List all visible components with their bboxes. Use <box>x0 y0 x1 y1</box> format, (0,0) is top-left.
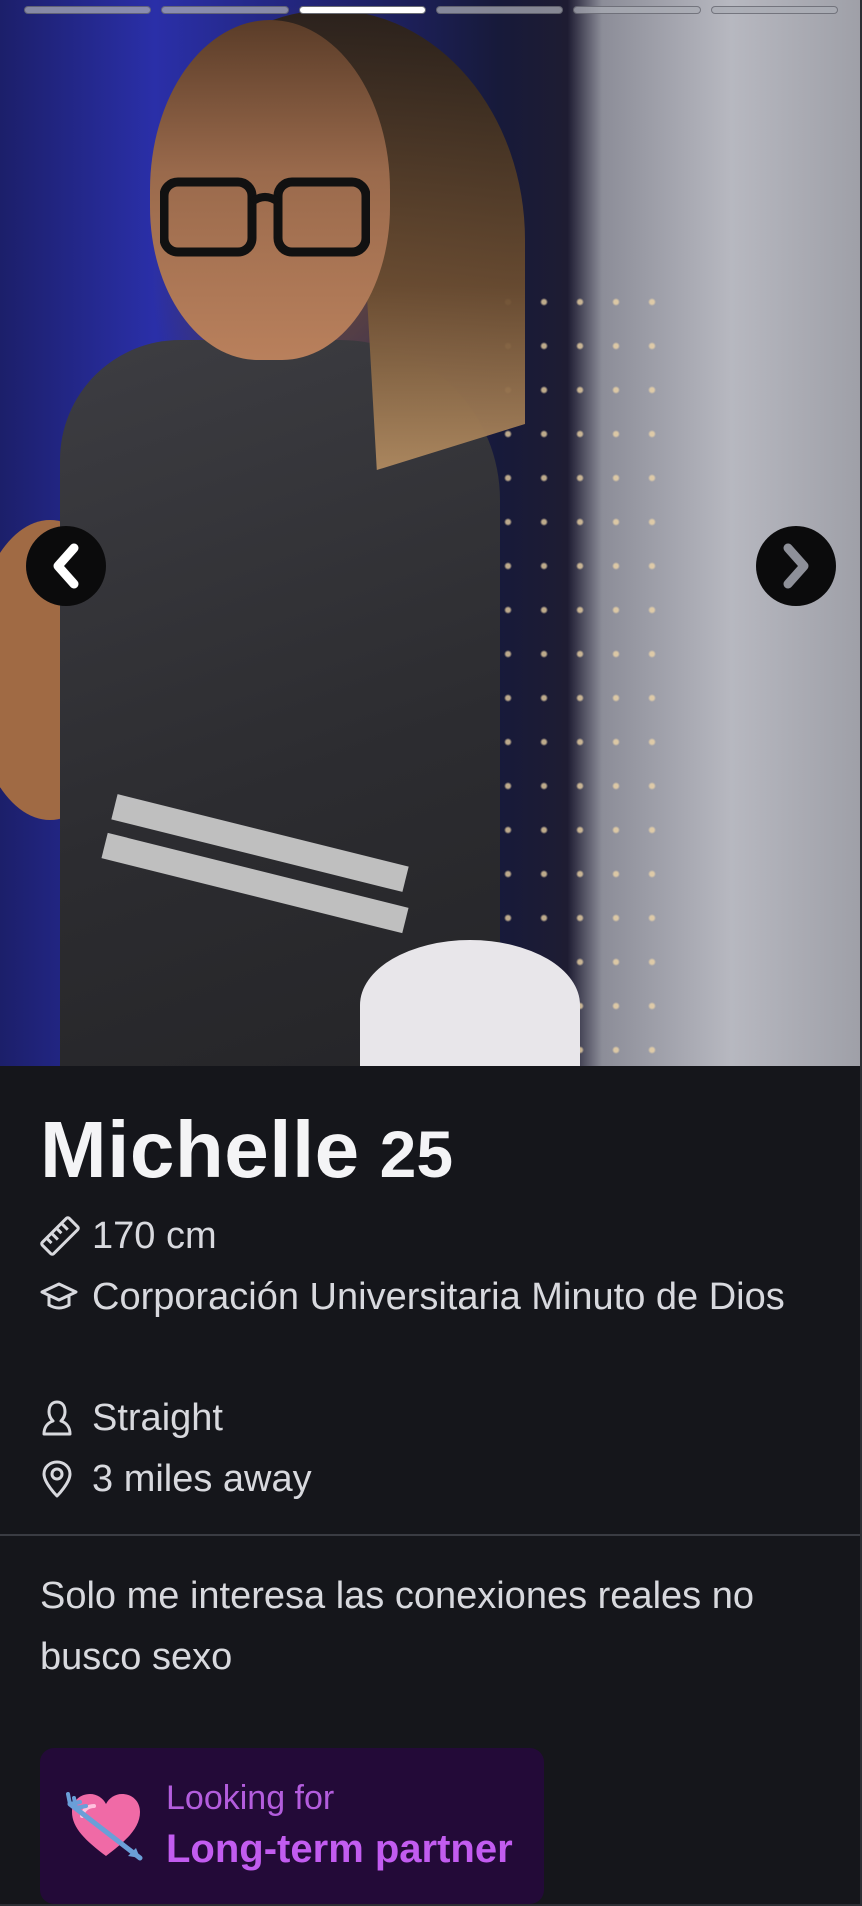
person-icon <box>40 1388 80 1448</box>
looking-for-label: Looking for <box>166 1779 335 1817</box>
next-photo-button[interactable] <box>756 526 836 606</box>
distance-text: 3 miles away <box>92 1458 312 1500</box>
photo-detail <box>160 177 370 257</box>
looking-for-badge: Looking for Long-term partner <box>40 1748 544 1904</box>
height-row: 170 cm <box>40 1206 820 1266</box>
looking-for-value: Long-term partner <box>166 1827 513 1871</box>
distance-row: 3 miles away <box>40 1449 820 1509</box>
profile-age: 25 <box>379 1117 454 1191</box>
location-pin-icon <box>40 1449 80 1509</box>
photo-progress-bar <box>24 6 838 14</box>
photo-detail <box>360 940 580 1066</box>
orientation-text: Straight <box>92 1397 223 1439</box>
photo-progress-segment[interactable] <box>710 6 838 14</box>
photo-progress-segment[interactable] <box>161 6 289 14</box>
profile-photo[interactable] <box>0 0 860 1066</box>
height-text: 170 cm <box>92 1215 217 1257</box>
section-divider <box>0 1534 860 1536</box>
profile-heading: Michelle 25 <box>40 1104 453 1196</box>
profile-name: Michelle <box>40 1105 360 1194</box>
graduation-cap-icon <box>40 1267 80 1327</box>
profile-bio: Solo me interesa las conexiones reales n… <box>40 1575 754 1678</box>
chevron-left-icon <box>53 543 79 589</box>
heart-arrow-icon <box>66 1792 143 1861</box>
looking-for-text: Looking for Long-term partner <box>166 1775 513 1877</box>
photo-progress-segment[interactable] <box>24 6 152 14</box>
profile-card: Michelle 25 170 cm Corporación Universit… <box>0 0 862 1906</box>
education-text: Corporación Universitaria Minuto de Dios <box>92 1276 785 1318</box>
ruler-icon <box>40 1206 80 1266</box>
previous-photo-button[interactable] <box>26 526 106 606</box>
orientation-row: Straight <box>40 1388 820 1448</box>
photo-progress-segment[interactable] <box>435 6 564 14</box>
photo-progress-segment[interactable] <box>298 6 426 14</box>
chevron-right-icon <box>783 543 809 589</box>
education-row: Corporación Universitaria Minuto de Dios <box>40 1267 820 1327</box>
photo-progress-segment[interactable] <box>573 6 701 14</box>
